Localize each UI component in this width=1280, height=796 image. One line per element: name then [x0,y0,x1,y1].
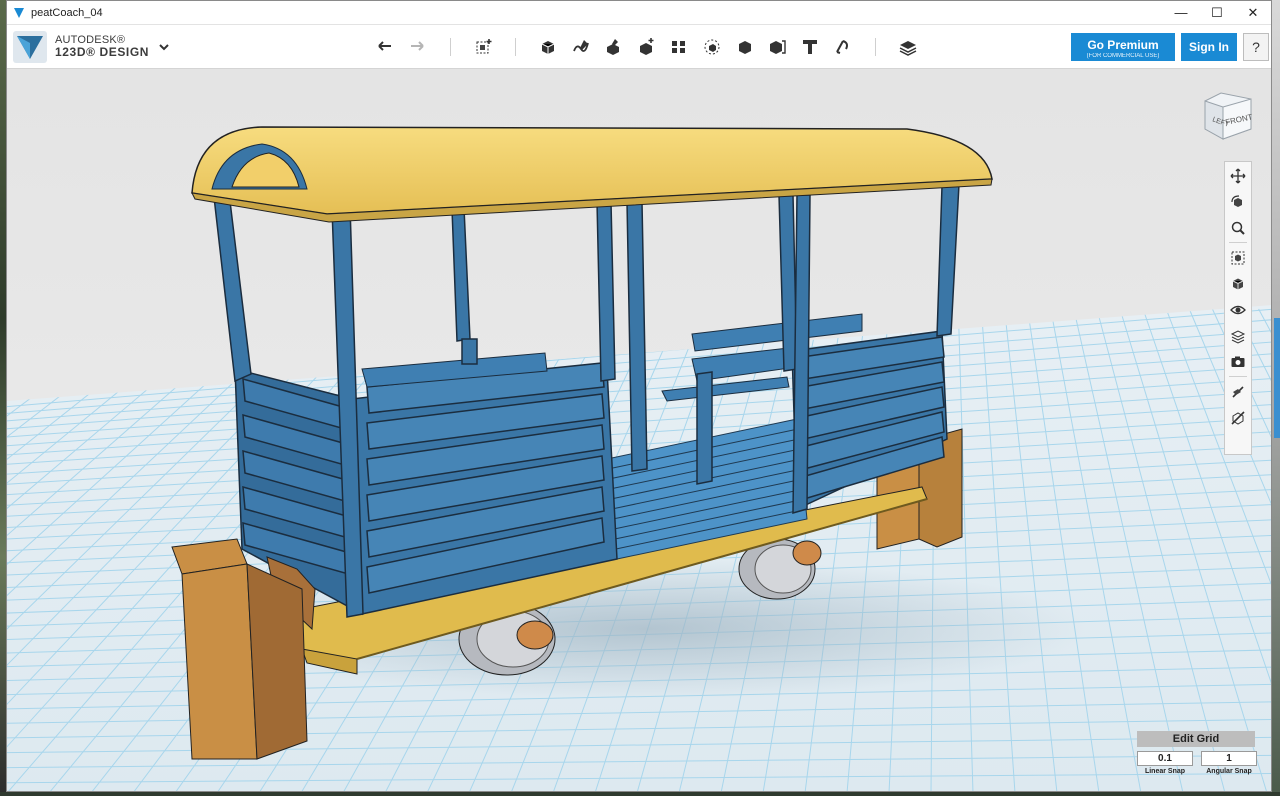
views-icon [1232,278,1244,290]
screenshot-button[interactable] [1228,352,1248,372]
angular-snap-input[interactable] [1201,751,1257,766]
orbit-icon [1231,195,1242,207]
front-buffer-block [171,538,316,760]
coach-roof [191,126,993,223]
undo-icon [378,41,391,51]
3d-viewport[interactable]: LEFT FRONT Edit Grid 0.1 1 Linear Snap A… [7,69,1272,792]
sign-in-button[interactable]: Sign In [1181,33,1237,61]
chevron-down-icon[interactable] [157,41,171,53]
visual-style-icon [1231,411,1245,425]
desktop-background-bottom [0,792,1280,796]
snap-tool-button[interactable] [1228,382,1248,402]
brand-name: AUTODESK® 123D® DESIGN [55,34,149,58]
views-button[interactable] [1228,274,1248,294]
construct-tool[interactable] [601,35,625,59]
material-tool[interactable] [896,35,920,59]
modify-icon [640,38,654,55]
nav-separator [1229,376,1247,377]
snap-tool-icon [1232,386,1244,398]
toolbar-separator [515,38,516,56]
measure-icon [770,40,786,54]
redo-button[interactable] [405,35,429,59]
main-toolbar: AUTODESK® 123D® DESIGN Go Premium (FOR C… [7,25,1271,69]
app-icon [14,7,24,18]
measure-tool[interactable] [765,35,789,59]
visibility-icon [1230,305,1246,315]
linear-snap-label: Linear Snap [1144,768,1186,775]
3d-scene[interactable] [7,69,1272,792]
transform-icon [476,39,492,54]
sketch-tool[interactable] [569,35,593,59]
go-premium-label: Go Premium [1087,37,1159,52]
angular-snap-label: Angular Snap [1206,768,1252,775]
brand-line2: 123D® DESIGN [55,45,150,59]
primitives-tool[interactable] [536,35,560,59]
text-icon [803,40,817,54]
fit-button[interactable] [1228,248,1248,268]
go-premium-sublabel: (FOR COMMERCIAL USE) [1086,52,1160,59]
zoom-button[interactable] [1228,218,1248,238]
view-cube[interactable]: LEFT FRONT [1199,89,1255,141]
combine-tool[interactable] [733,35,757,59]
group-icon [704,39,720,55]
go-premium-button[interactable]: Go Premium (FOR COMMERCIAL USE) [1071,33,1175,61]
window-title: peatCoach_04 [31,6,103,19]
fit-icon [1231,251,1245,265]
materials-outline-icon [1230,330,1246,344]
redo-icon [411,41,424,51]
window-controls: — ☐ ✕ [1163,1,1271,25]
edit-grid-button[interactable]: Edit Grid [1137,731,1255,747]
primitives-icon [541,41,555,54]
modify-tool[interactable] [634,35,658,59]
pan-button[interactable] [1228,166,1248,186]
undo-button[interactable] [373,35,397,59]
linear-snap-input[interactable] [1137,751,1193,766]
side-panel-tab[interactable] [1274,318,1280,438]
navigation-bar [1224,161,1252,455]
close-button[interactable]: ✕ [1235,1,1271,25]
combine-icon [739,41,751,54]
visual-style-button[interactable] [1228,408,1248,428]
zoom-icon [1231,221,1245,235]
visibility-button[interactable] [1228,300,1248,320]
app-window: peatCoach_04 — ☐ ✕ AUTODESK® 123D® DESIG… [6,0,1272,792]
help-button[interactable]: ? [1243,33,1269,61]
sketch-icon [573,40,589,52]
pan-icon [1230,168,1246,184]
toolbar-separator [450,38,451,56]
pattern-tool[interactable] [667,35,691,59]
title-bar: peatCoach_04 — ☐ ✕ [7,1,1271,25]
transform-tool[interactable] [472,35,496,59]
minimize-button[interactable]: — [1163,1,1199,25]
text-tool[interactable] [798,35,822,59]
edit-grid-panel: Edit Grid Linear Snap Angular Snap [1137,729,1257,785]
construct-icon [607,39,619,55]
autodesk-123d-logo-icon [13,31,47,63]
snap-icon [836,40,848,54]
materials-outline-button[interactable] [1228,326,1248,346]
screenshot-icon [1231,356,1245,367]
nav-separator [1229,242,1247,243]
orbit-button[interactable] [1228,192,1248,212]
snap-tool[interactable] [830,35,854,59]
group-tool[interactable] [700,35,724,59]
material-icon [899,41,917,56]
toolbar-separator [875,38,876,56]
pattern-icon [672,41,685,53]
maximize-button[interactable]: ☐ [1199,1,1235,25]
